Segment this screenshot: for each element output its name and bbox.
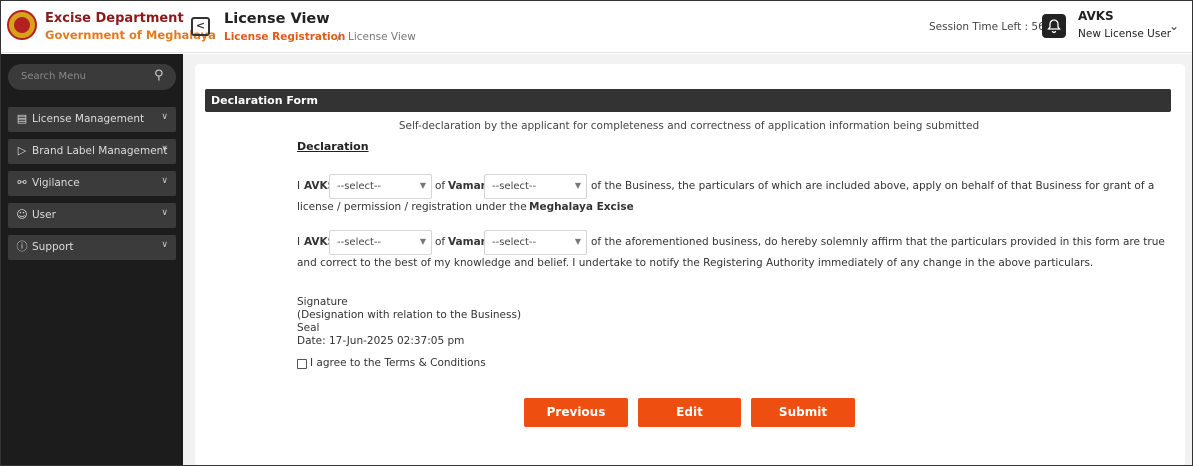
chevron-down-icon: ▼ (419, 181, 426, 190)
business-type-select-2[interactable]: --select-- ▼ (484, 230, 587, 255)
signature-label: Signature (297, 296, 348, 308)
business-type-select[interactable]: --select-- ▼ (484, 174, 587, 199)
breadcrumb-separator: / (337, 31, 341, 43)
help-icon: ⓘ (16, 240, 28, 253)
chevron-down-icon: ▼ (574, 237, 581, 246)
edit-button[interactable]: Edit (638, 398, 741, 427)
breadcrumb-current: License View (348, 31, 416, 43)
sidebar-item-vigilance[interactable]: ⚯ Vigilance ∨ (8, 171, 176, 196)
declaration-title: Declaration (297, 140, 369, 153)
terms-label[interactable]: I agree to the Terms & Conditions (310, 357, 486, 369)
chevron-down-icon: ∨ (161, 240, 168, 250)
chevron-down-icon: ∨ (161, 208, 168, 218)
para2-text1: of the aforementioned business, do hereb… (591, 236, 1165, 248)
tag-icon: ▷ (17, 144, 27, 157)
previous-button[interactable]: Previous (524, 398, 628, 427)
para1-prefix: I (297, 180, 301, 192)
page-title: License View (224, 11, 330, 27)
para2-business-name: Vaman (448, 236, 489, 248)
business-type-select-2-value: --select-- (492, 237, 537, 248)
form-header: Declaration Form (205, 89, 1171, 112)
search-icon[interactable]: ⚲ (154, 68, 164, 83)
users-icon: ☺ (16, 208, 28, 221)
search-placeholder: Search Menu (21, 71, 86, 82)
submit-button[interactable]: Submit (751, 398, 855, 427)
designation-label: (Designation with relation to the Busine… (297, 309, 522, 321)
para2-of: of (435, 236, 446, 248)
user-name[interactable]: AVKS (1078, 9, 1114, 23)
terms-checkbox[interactable] (297, 359, 307, 369)
seal-label: Seal (297, 322, 320, 334)
para1-of: of (435, 180, 446, 192)
user-role[interactable]: New License User (1078, 28, 1171, 40)
form-subtitle: Self-declaration by the applicant for co… (398, 120, 980, 132)
notification-bell-icon[interactable] (1042, 14, 1066, 38)
sidebar-item-label: Vigilance (32, 177, 80, 189)
sidebar: Search Menu ⚲ ▤ License Management ∨ ▷ B… (1, 54, 183, 465)
top-bar: Excise Department Government of Meghalay… (1, 1, 1192, 53)
chevron-down-icon: ▼ (419, 237, 426, 246)
para1-text1: of the Business, the particulars of whic… (591, 180, 1155, 192)
para2-prefix: I (297, 236, 301, 248)
para2-text2: and correct to the best of my knowledge … (297, 257, 1094, 269)
designation-select-2-value: --select-- (337, 237, 382, 248)
designation-select-value: --select-- (337, 181, 382, 192)
declaration-date: Date: 17-Jun-2025 02:37:05 pm (297, 335, 465, 347)
sidebar-item-support[interactable]: ⓘ Support ∨ (8, 235, 176, 260)
designation-select-2[interactable]: --select-- ▼ (329, 230, 432, 255)
sidebar-item-label: Brand Label Management (32, 145, 168, 157)
chevron-down-icon: ∨ (161, 176, 168, 186)
sidebar-item-label: Support (32, 241, 74, 253)
designation-select[interactable]: --select-- ▼ (329, 174, 432, 199)
search-menu-input[interactable]: Search Menu ⚲ (8, 64, 176, 90)
chevron-down-icon: ∨ (161, 144, 168, 154)
sidebar-item-label: User (32, 209, 56, 221)
chevron-down-icon[interactable]: ⌄ (1169, 19, 1179, 33)
sidebar-item-user[interactable]: ☺ User ∨ (8, 203, 176, 228)
business-type-select-value: --select-- (492, 181, 537, 192)
chevron-down-icon: ▼ (574, 181, 581, 190)
brand-title: Excise Department (45, 11, 184, 26)
menu-collapse-icon[interactable]: < (191, 17, 210, 36)
para1-business-name: Vaman (448, 180, 489, 192)
breadcrumb-link[interactable]: License Registration (224, 31, 345, 43)
para1-dot: . (617, 201, 621, 213)
sidebar-item-brand-label-management[interactable]: ▷ Brand Label Management ∨ (8, 139, 176, 164)
form-header-title: Declaration Form (211, 94, 318, 107)
scan-icon: ⚯ (17, 176, 27, 189)
para1-text2: license / permission / registration unde… (297, 201, 527, 213)
department-logo (7, 10, 37, 40)
app-window: Excise Department Government of Meghalay… (0, 0, 1193, 466)
